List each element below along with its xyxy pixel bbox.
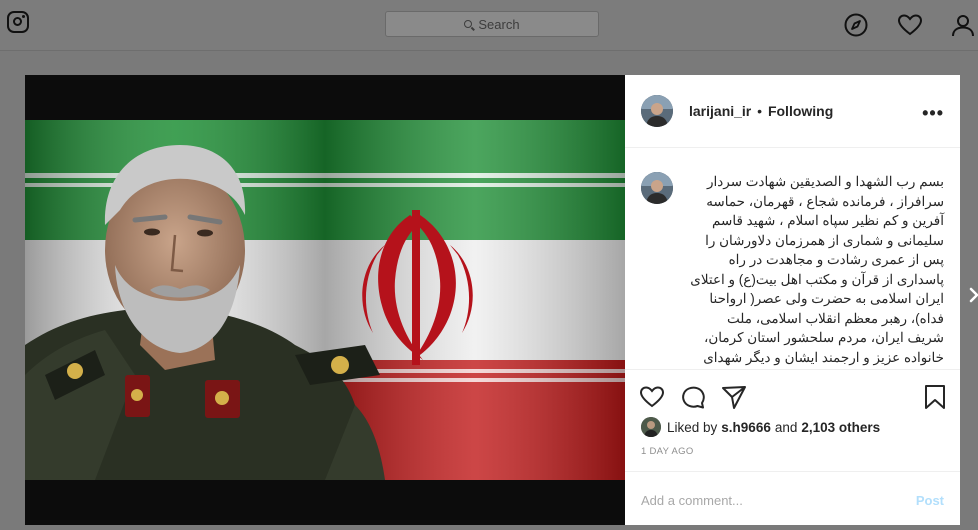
- liker-avatar[interactable]: [641, 417, 661, 437]
- search-box[interactable]: Search: [385, 11, 599, 37]
- bookmark-icon[interactable]: [923, 384, 947, 410]
- liked-by-prefix: Liked by: [667, 419, 718, 435]
- comment-icon[interactable]: [680, 384, 706, 410]
- caption: بسم رب الشهدا و الصدیقین شهادت سردار سرا…: [689, 172, 944, 368]
- compass-icon[interactable]: [843, 12, 869, 38]
- caption-body: بسم رب الشهدا و الصدیقین شهادت سردار سرا…: [690, 174, 944, 365]
- caption-avatar[interactable]: [641, 172, 673, 204]
- post-detail-panel: larijani_ir • Following ••• بسم رب الشهد…: [625, 75, 960, 525]
- post-actions: Liked by s.h9666 and 2,103 others 1 DAY …: [625, 369, 960, 526]
- comment-input[interactable]: Add a comment...: [641, 493, 743, 508]
- search-icon: [464, 20, 473, 28]
- add-comment-bar: Add a comment... Post: [625, 471, 960, 527]
- post-header: larijani_ir • Following •••: [625, 75, 960, 148]
- post-image[interactable]: [25, 75, 625, 525]
- likes-summary: Liked by s.h9666 and 2,103 others: [641, 417, 880, 437]
- instagram-icon[interactable]: [7, 11, 29, 33]
- post-photo: [25, 75, 625, 525]
- liker-avatar-image: [641, 417, 661, 437]
- share-icon[interactable]: [721, 384, 747, 410]
- following-button[interactable]: Following: [768, 103, 833, 119]
- next-arrow-icon[interactable]: [968, 285, 978, 305]
- avatar-image: [641, 95, 673, 127]
- username-link[interactable]: larijani_ir: [689, 103, 751, 119]
- post-comment-button[interactable]: Post: [916, 493, 944, 508]
- avatar[interactable]: [641, 95, 673, 127]
- liked-by-user[interactable]: s.h9666: [721, 420, 771, 435]
- search-placeholder: Search: [478, 16, 520, 32]
- separator-dot: •: [757, 103, 763, 119]
- heart-icon[interactable]: [897, 12, 923, 38]
- caption-area: بسم رب الشهدا و الصدیقین شهادت سردار سرا…: [625, 148, 960, 368]
- like-icon[interactable]: [639, 384, 665, 410]
- header-user-line: larijani_ir • Following: [689, 103, 833, 119]
- more-options-button[interactable]: •••: [922, 103, 944, 124]
- caption-username[interactable]: larijani_ir: [689, 367, 751, 368]
- liked-and: and: [774, 419, 798, 435]
- top-navigation-bar: Search: [0, 0, 978, 51]
- liked-others[interactable]: 2,103 others: [801, 420, 880, 435]
- avatar-image: [641, 172, 673, 204]
- profile-icon[interactable]: [950, 12, 976, 38]
- post-timestamp[interactable]: 1 DAY AGO: [641, 446, 694, 457]
